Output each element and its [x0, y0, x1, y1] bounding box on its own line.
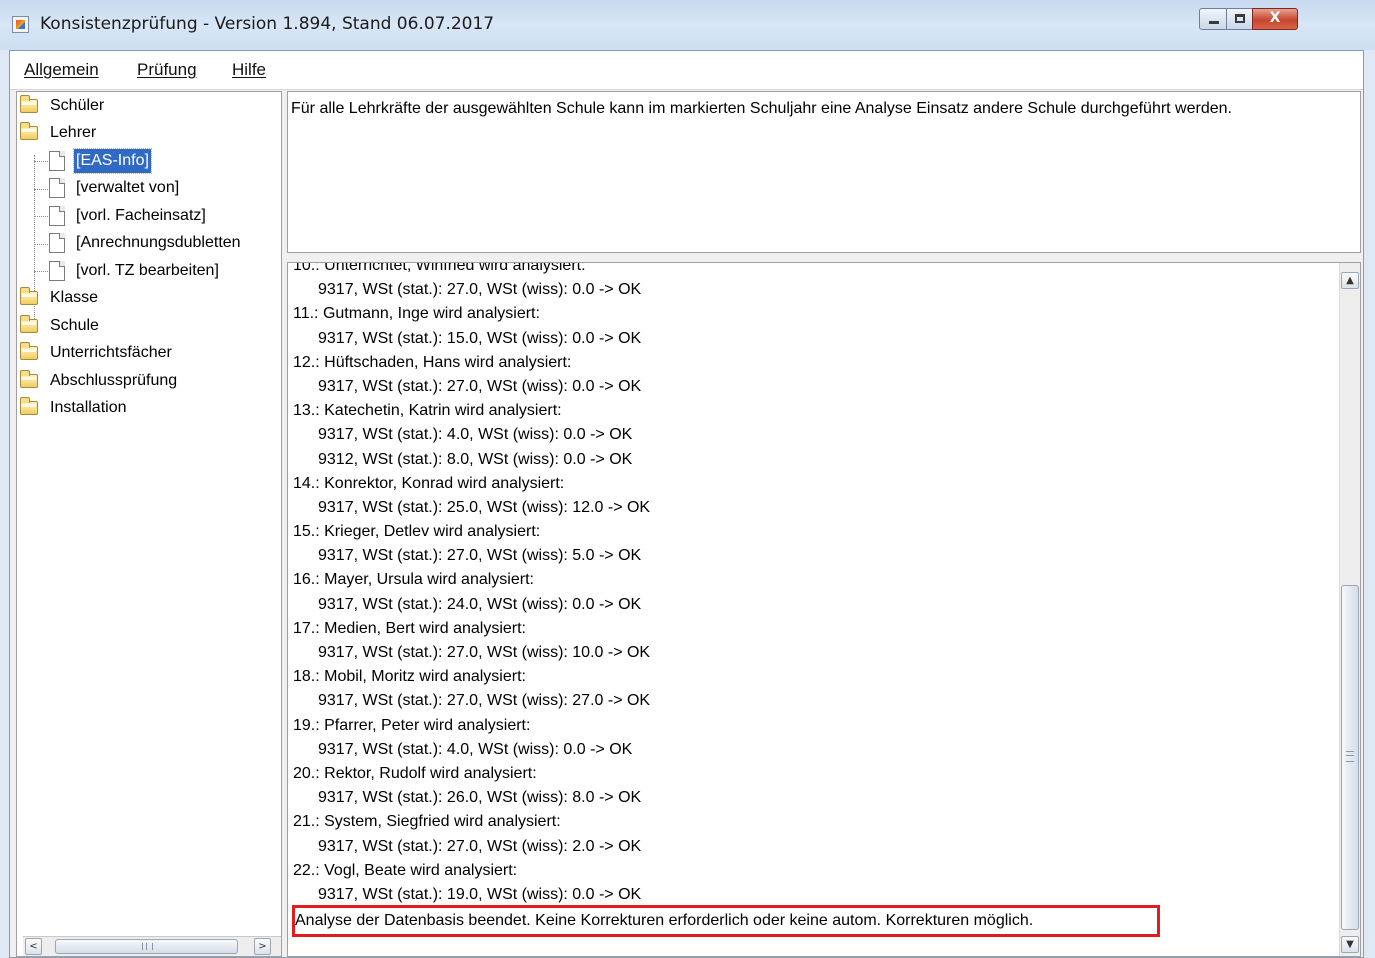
log-detail-line: 9317, WSt (stat.): 27.0, WSt (wiss): 10.… — [318, 644, 651, 661]
log-entry-line: 14.: Konrektor, Konrad wird analysiert: — [293, 474, 565, 492]
maximize-button[interactable] — [1226, 8, 1253, 30]
summary-message: Analyse der Datenbasis beendet. Keine Ko… — [292, 905, 1160, 937]
log-detail-line: 9317, WSt (stat.): 24.0, WSt (wiss): 0.0… — [318, 595, 642, 613]
java-app-icon[interactable] — [12, 16, 29, 33]
menu-pruefung[interactable]: Prüfung — [137, 60, 197, 80]
log-detail-line: 9317, WSt (stat.): 4.0, WSt (wiss): 0.0 … — [318, 426, 633, 444]
log-detail-line: 9317, WSt (stat.): 15.0, WSt (wiss): 0.0… — [318, 329, 642, 347]
tree-node-label: Abschlussprüfung — [50, 372, 178, 389]
tree-connector — [34, 161, 48, 162]
tree-node-label: Unterrichtsfächer — [50, 344, 172, 361]
log-detail-line: 9317, WSt (stat.): 25.0, WSt (wiss): 12.… — [318, 498, 651, 516]
application-window: Konsistenzprüfung - Version 1.894, Stand… — [0, 0, 1375, 958]
folder-icon — [20, 342, 38, 360]
window-title: Konsistenzprüfung - Version 1.894, Stand… — [40, 14, 495, 34]
tree-node-label: [EAS-Info] — [73, 148, 152, 174]
log-entry-line: 15.: Krieger, Detlev wird analysiert: — [293, 523, 541, 541]
log-entry-line: 21.: System, Siegfried wird analysiert: — [293, 813, 561, 831]
log-entry-line: 22.: Vogl, Beate wird analysiert: — [293, 861, 518, 879]
menu-hilfe[interactable]: Hilfe — [232, 60, 266, 80]
log-detail-line: 9317, WSt (stat.): 27.0, WSt (wiss): 2.0… — [318, 837, 642, 855]
analysis-log[interactable]: 10.: Unterrichtet, Winfried wird analysi… — [287, 262, 1361, 957]
scroll-thumb[interactable] — [55, 939, 238, 954]
scroll-right-button[interactable]: > — [254, 938, 271, 955]
log-lines: 10.: Unterrichtet, Winfried wird analysi… — [293, 262, 1328, 907]
log-detail-line: 9317, WSt (stat.): 19.0, WSt (wiss): 0.0… — [318, 885, 642, 903]
scroll-down-button[interactable]: ▼ — [1341, 936, 1359, 953]
tree-node-label: Schule — [50, 317, 99, 334]
scroll-thumb[interactable] — [1341, 585, 1359, 930]
tree-connector — [34, 216, 48, 217]
log-entry-line: 18.: Mobil, Moritz wird analysiert: — [293, 668, 526, 686]
tree-node-label: [Anrechnungsdubletten — [76, 234, 241, 251]
log-entry-line: 20.: Rektor, Rudolf wird analysiert: — [293, 764, 537, 782]
log-entry-line: 12.: Hüftschaden, Hans wird analysiert: — [293, 353, 572, 371]
log-detail-line: 9317, WSt (stat.): 27.0, WSt (wiss): 27.… — [318, 692, 651, 710]
menu-bar: Allgemein Prüfung Hilfe — [10, 51, 1363, 90]
tree-connector — [34, 244, 48, 245]
folder-icon — [20, 370, 38, 388]
grip-icon — [142, 943, 153, 950]
document-icon — [49, 178, 65, 198]
log-detail-line: 9317, WSt (stat.): 26.0, WSt (wiss): 8.0… — [318, 789, 642, 807]
navigation-tree[interactable]: Schüler Lehrer [EAS-Info] [verwaltet von… — [16, 91, 282, 957]
tree-node-label: Schüler — [50, 97, 105, 114]
log-detail-line: 9317, WSt (stat.): 27.0, WSt (wiss): 5.0… — [318, 547, 642, 565]
folder-icon — [20, 315, 38, 333]
log-entry-line: 10.: Unterrichtet, Winfried wird analysi… — [293, 262, 586, 274]
tree-node-label: Klasse — [50, 289, 99, 306]
folder-icon — [20, 95, 38, 113]
log-vertical-scrollbar[interactable]: ▲ ▼ — [1339, 263, 1360, 956]
scroll-up-button[interactable]: ▲ — [1341, 272, 1359, 289]
document-icon — [49, 261, 65, 281]
tree-node-label: [vorl. Facheinsatz] — [76, 207, 206, 224]
folder-open-icon — [20, 122, 38, 140]
tree-connector — [34, 271, 48, 272]
folder-icon — [20, 287, 38, 305]
log-detail-line: 9317, WSt (stat.): 27.0, WSt (wiss): 0.0… — [318, 281, 642, 299]
document-icon — [49, 206, 65, 226]
minimize-icon — [1209, 21, 1219, 24]
tree-node-label: [verwaltet von] — [76, 179, 180, 196]
log-entry-line: 13.: Katechetin, Katrin wird analysiert: — [293, 402, 562, 420]
maximize-icon — [1235, 14, 1245, 23]
log-detail-line: 9317, WSt (stat.): 27.0, WSt (wiss): 0.0… — [318, 377, 642, 395]
minimize-button[interactable] — [1199, 8, 1227, 30]
tree-horizontal-scrollbar[interactable]: < > — [23, 936, 281, 956]
log-detail-line: 9312, WSt (stat.): 8.0, WSt (wiss): 0.0 … — [318, 450, 633, 468]
grip-icon — [1346, 751, 1354, 762]
log-entry-line: 11.: Gutmann, Inge wird analysiert: — [293, 305, 540, 323]
tree-node-label: Installation — [50, 399, 127, 416]
tree-connector — [34, 189, 48, 190]
scroll-left-button[interactable]: < — [25, 938, 42, 955]
document-icon — [49, 233, 65, 253]
log-detail-line: 9317, WSt (stat.): 4.0, WSt (wiss): 0.0 … — [318, 740, 633, 758]
menu-allgemein[interactable]: Allgemein — [24, 60, 99, 80]
tree-node-label: Lehrer — [50, 124, 97, 141]
description-panel: Für alle Lehrkräfte der ausgewählten Sch… — [287, 91, 1361, 253]
log-entry-line: 17.: Medien, Bert wird analysiert: — [293, 619, 526, 637]
splitter[interactable] — [287, 253, 1361, 262]
close-icon: X — [1269, 10, 1281, 26]
document-icon — [49, 151, 65, 171]
log-entry-line: 16.: Mayer, Ursula wird analysiert: — [293, 571, 534, 589]
close-button[interactable]: X — [1252, 8, 1298, 30]
client-area: Allgemein Prüfung Hilfe Schüler Lehrer [… — [9, 50, 1364, 958]
title-bar[interactable]: Konsistenzprüfung - Version 1.894, Stand… — [0, 0, 1375, 50]
folder-icon — [20, 397, 38, 415]
tree-node-label: [vorl. TZ bearbeiten] — [76, 262, 219, 279]
log-entry-line: 19.: Pfarrer, Peter wird analysiert: — [293, 716, 531, 734]
